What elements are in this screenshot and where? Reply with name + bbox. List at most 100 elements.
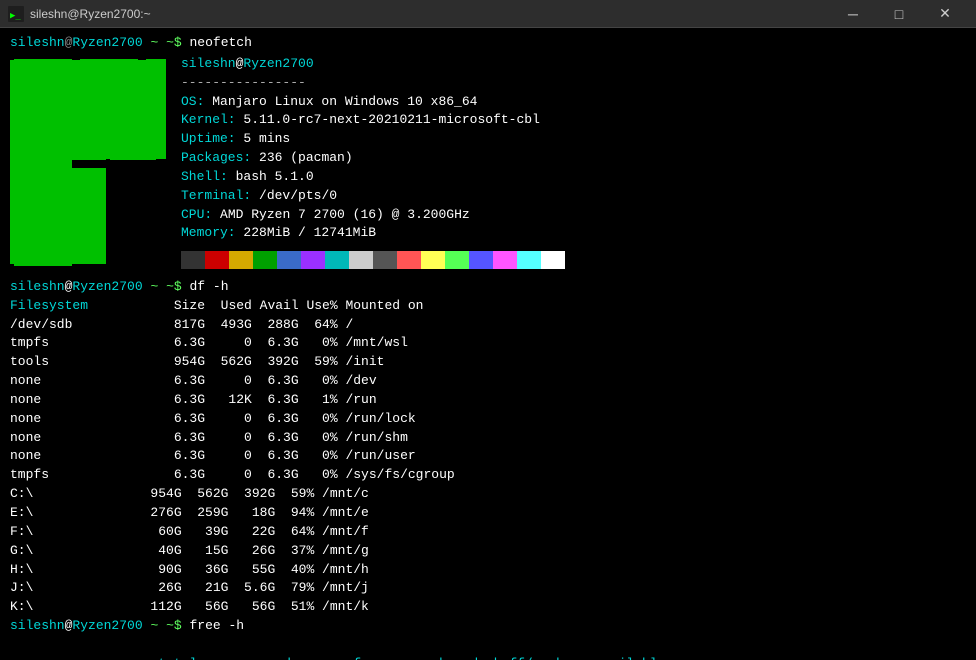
swatch-6 <box>325 251 349 269</box>
prompt-free: sileshn@Ryzen2700 ~ ~$ free -h <box>10 617 966 636</box>
free-col-free: free <box>291 656 385 660</box>
nf-shell-label: Shell: <box>181 169 228 184</box>
nf-mem-val: 228MiB / 12741MiB <box>243 225 376 240</box>
df-row: K:\ 112G 56G 56G 51% /mnt/k <box>10 598 966 617</box>
nf-uptime-val: 5 mins <box>243 131 290 146</box>
free-col-total: total <box>41 656 197 660</box>
prompt-host-2: Ryzen2700 <box>72 279 142 294</box>
nf-user: sileshn <box>181 56 236 71</box>
df-header: Filesystem Size Used Avail Use% Mounted … <box>10 297 966 316</box>
nf-uptime-label: Uptime: <box>181 131 236 146</box>
swatch-5 <box>301 251 325 269</box>
titlebar-left: ▶_ sileshn@Ryzen2700:~ <box>8 6 151 22</box>
df-row: tmpfs 6.3G 0 6.3G 0% /sys/fs/cgroup <box>10 466 966 485</box>
color-swatches <box>181 251 966 269</box>
titlebar-title: sileshn@Ryzen2700:~ <box>30 7 151 21</box>
nf-os: OS: Manjaro Linux on Windows 10 x86_64 <box>181 93 966 112</box>
neofetch-output: sileshn@Ryzen2700 ---------------- OS: M… <box>10 53 966 270</box>
df-row: G:\ 40G 15G 26G 37% /mnt/g <box>10 542 966 561</box>
nf-pkg-label: Packages: <box>181 150 251 165</box>
svg-text:▶_: ▶_ <box>10 11 21 21</box>
prompt-neofetch: sileshn@Ryzen2700 ~ ~$ neofetch <box>10 34 966 53</box>
nf-mem-label: Memory: <box>181 225 236 240</box>
free-col-shared: shared <box>385 656 479 660</box>
terminal[interactable]: sileshn@Ryzen2700 ~ ~$ neofetch <box>0 28 976 660</box>
swatch-12 <box>469 251 493 269</box>
minimize-button[interactable]: ─ <box>830 0 876 28</box>
titlebar: ▶_ sileshn@Ryzen2700:~ ─ □ ✕ <box>0 0 976 28</box>
nf-kernel: Kernel: 5.11.0-rc7-next-20210211-microso… <box>181 111 966 130</box>
nf-os-label: OS: <box>181 94 204 109</box>
df-row: tmpfs 6.3G 0 6.3G 0% /mnt/wsl <box>10 334 966 353</box>
free-col-used: used <box>197 656 291 660</box>
nf-kernel-val: 5.11.0-rc7-next-20210211-microsoft-cbl <box>243 112 539 127</box>
nf-uptime: Uptime: 5 mins <box>181 130 966 149</box>
terminal-icon: ▶_ <box>8 6 24 22</box>
df-header-rest: Size Used Avail Use% Mounted on <box>88 298 423 313</box>
free-header: total used free shared buff/cache availa… <box>10 636 966 660</box>
free-col-avail: available <box>572 656 666 660</box>
swatch-9 <box>397 251 421 269</box>
nf-cpu-val: AMD Ryzen 7 2700 (16) @ 3.200GHz <box>220 207 470 222</box>
df-row: none 6.3G 0 6.3G 0% /run/lock <box>10 410 966 429</box>
swatch-3 <box>253 251 277 269</box>
neofetch-logo <box>10 55 175 270</box>
swatch-0 <box>181 251 205 269</box>
prompt-dollar-1: ~$ <box>166 35 182 50</box>
df-row: F:\ 60G 39G 22G 64% /mnt/f <box>10 523 966 542</box>
prompt-host-1: Ryzen2700 <box>72 35 142 50</box>
prompt-user-3: sileshn <box>10 618 65 633</box>
titlebar-controls: ─ □ ✕ <box>830 0 968 28</box>
df-header-filesystem: Filesystem <box>10 298 88 313</box>
swatch-14 <box>517 251 541 269</box>
swatch-13 <box>493 251 517 269</box>
prompt-dollar-2: ~$ <box>166 279 182 294</box>
nf-term-label: Terminal: <box>181 188 251 203</box>
swatch-1 <box>205 251 229 269</box>
nf-memory: Memory: 228MiB / 12741MiB <box>181 224 966 243</box>
df-row: H:\ 90G 36G 55G 40% /mnt/h <box>10 561 966 580</box>
prompt-df: sileshn@Ryzen2700 ~ ~$ df -h <box>10 278 966 297</box>
swatch-15 <box>541 251 565 269</box>
swatch-11 <box>445 251 469 269</box>
prompt-dollar-3: ~$ <box>166 618 182 633</box>
nf-shell-val: bash 5.1.0 <box>236 169 314 184</box>
swatch-8 <box>373 251 397 269</box>
neofetch-info: sileshn@Ryzen2700 ---------------- OS: M… <box>175 55 966 270</box>
nf-userhost: sileshn@Ryzen2700 <box>181 55 966 74</box>
df-row: none 6.3G 0 6.3G 0% /run/shm <box>10 429 966 448</box>
df-rows: /dev/sdb 817G 493G 288G 64% /tmpfs 6.3G … <box>10 316 966 618</box>
nf-terminal: Terminal: /dev/pts/0 <box>181 187 966 206</box>
prompt-dir-2: ~ <box>150 279 158 294</box>
nf-cpu-label: CPU: <box>181 207 212 222</box>
swatch-10 <box>421 251 445 269</box>
df-row: none 6.3G 0 6.3G 0% /run/user <box>10 447 966 466</box>
swatch-7 <box>349 251 373 269</box>
swatch-2 <box>229 251 253 269</box>
df-row: tools 954G 562G 392G 59% /init <box>10 353 966 372</box>
nf-cpu: CPU: AMD Ryzen 7 2700 (16) @ 3.200GHz <box>181 206 966 225</box>
prompt-dir-3: ~ <box>150 618 158 633</box>
df-row: E:\ 276G 259G 18G 94% /mnt/e <box>10 504 966 523</box>
prompt-user-2: sileshn <box>10 279 65 294</box>
df-row: /dev/sdb 817G 493G 288G 64% / <box>10 316 966 335</box>
nf-host: Ryzen2700 <box>243 56 313 71</box>
nf-shell: Shell: bash 5.1.0 <box>181 168 966 187</box>
df-row: none 6.3G 12K 6.3G 1% /run <box>10 391 966 410</box>
nf-packages: Packages: 236 (pacman) <box>181 149 966 168</box>
nf-os-val: Manjaro Linux on Windows 10 x86_64 <box>212 94 477 109</box>
cmd-df: df -h <box>182 279 229 294</box>
nf-pkg-val: 236 (pacman) <box>259 150 353 165</box>
maximize-button[interactable]: □ <box>876 0 922 28</box>
df-row: C:\ 954G 562G 392G 59% /mnt/c <box>10 485 966 504</box>
nf-kernel-label: Kernel: <box>181 112 236 127</box>
df-row: J:\ 26G 21G 5.6G 79% /mnt/j <box>10 579 966 598</box>
nf-term-val: /dev/pts/0 <box>259 188 337 203</box>
cmd-neofetch: neofetch <box>182 35 252 50</box>
close-button[interactable]: ✕ <box>922 0 968 28</box>
prompt-user-1: sileshn <box>10 35 65 50</box>
nf-separator: ---------------- <box>181 74 966 93</box>
df-row: none 6.3G 0 6.3G 0% /dev <box>10 372 966 391</box>
swatch-4 <box>277 251 301 269</box>
cmd-free: free -h <box>182 618 244 633</box>
